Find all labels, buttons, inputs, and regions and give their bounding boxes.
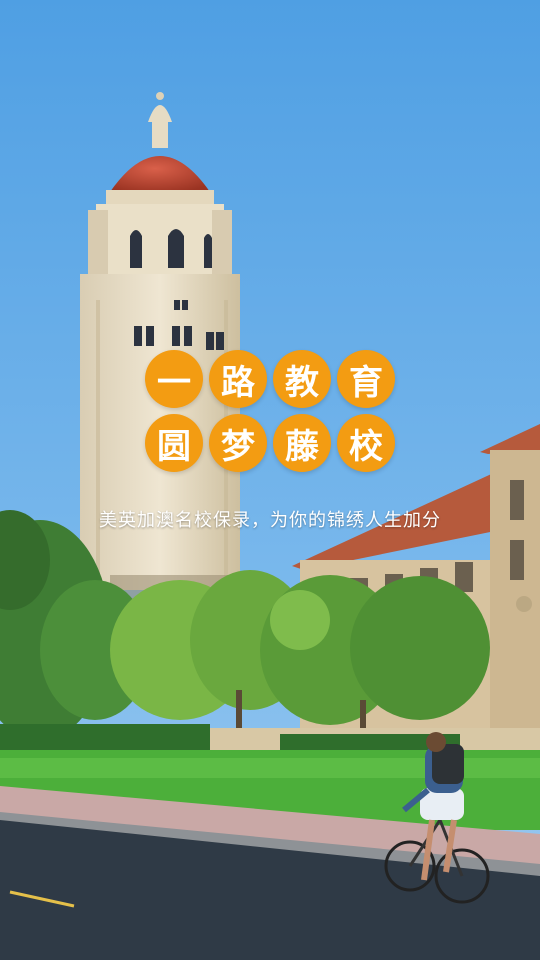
headline-line-1: 一 路 教 育 xyxy=(0,350,540,408)
headline-line-2: 圆 梦 藤 校 xyxy=(0,414,540,472)
campus-background-image xyxy=(0,0,540,960)
headline-char: 圆 xyxy=(145,414,203,472)
headline-char: 路 xyxy=(209,350,267,408)
splash-screen: 一 路 教 育 圆 梦 藤 校 美英加澳名校保录，为你的锦绣人生加分 xyxy=(0,0,540,960)
splash-subtitle: 美英加澳名校保录，为你的锦绣人生加分 xyxy=(99,510,441,531)
headline-char: 藤 xyxy=(273,414,331,472)
headline-char: 育 xyxy=(337,350,395,408)
headline-char: 梦 xyxy=(209,414,267,472)
headline-char: 校 xyxy=(337,414,395,472)
headline-char: 教 xyxy=(273,350,331,408)
headline-char: 一 xyxy=(145,350,203,408)
